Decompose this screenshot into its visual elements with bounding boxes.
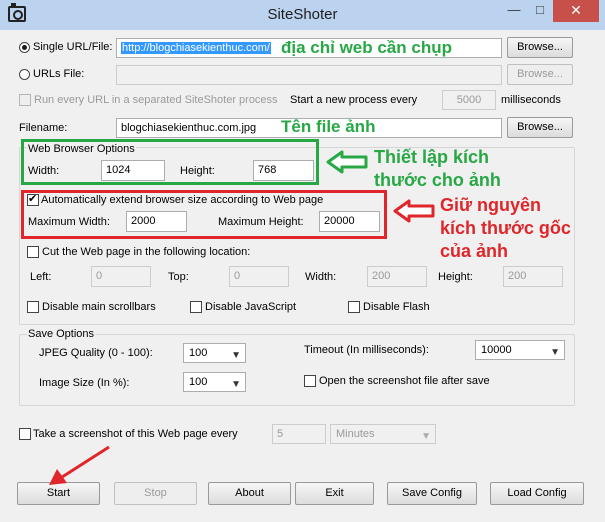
cut-height-label: Height: — [438, 271, 473, 283]
size-annotation-line1: Thiết lập kích — [374, 147, 490, 167]
timeout-select[interactable]: 10000 ▼ — [475, 340, 565, 360]
cut-top-label: Top: — [168, 271, 189, 283]
cut-width-label: Width: — [305, 271, 337, 283]
disable-flash-label: Disable Flash — [363, 301, 430, 313]
separate-process-checkbox[interactable] — [19, 94, 31, 106]
filename-label: Filename: — [19, 122, 68, 134]
red-arrow-icon — [393, 199, 435, 223]
disable-javascript-checkbox[interactable] — [190, 301, 202, 313]
single-url-value: http://blogchiasekienthuc.com/ — [121, 42, 271, 54]
minimize-button[interactable]: — — [501, 0, 527, 22]
milliseconds-label: milliseconds — [501, 94, 561, 106]
schedule-unit-value: Minutes — [336, 428, 375, 440]
open-after-save-checkbox[interactable] — [304, 375, 316, 387]
image-size-value: 100 — [189, 376, 208, 388]
browse-urls-file-button[interactable]: Browse... — [507, 64, 573, 85]
jpeg-quality-label: JPEG Quality (0 - 100): — [39, 347, 153, 359]
width-input[interactable]: 1024 — [101, 160, 165, 181]
cut-left-input[interactable]: 0 — [91, 266, 151, 287]
open-after-save-label: Open the screenshot file after save — [319, 375, 490, 387]
browse-url-button[interactable]: Browse... — [507, 37, 573, 58]
maximize-button[interactable]: □ — [527, 0, 553, 22]
url-annotation-text: địa chỉ web cần chụp — [281, 38, 452, 57]
browse-filename-button[interactable]: Browse... — [507, 117, 573, 138]
keep-size-annotation-line3: của ảnh — [440, 241, 509, 261]
start-process-label: Start a new process every — [290, 94, 418, 106]
timeout-label: Timeout (In milliseconds): — [304, 344, 429, 356]
jpeg-quality-select[interactable]: 100 ▼ — [183, 343, 246, 363]
keep-size-annotation-line1: Giữ nguyên — [440, 195, 542, 215]
save-config-button[interactable]: Save Config — [387, 482, 477, 505]
size-annotation: Thiết lập kích thước cho ảnh — [374, 146, 501, 192]
start-pointer-arrow-icon — [49, 445, 110, 485]
max-width-input[interactable]: 2000 — [126, 211, 187, 232]
chevron-down-icon: ▼ — [231, 379, 241, 390]
browser-options-label: Web Browser Options — [27, 143, 136, 155]
max-width-label: Maximum Width: — [28, 216, 110, 228]
cut-left-label: Left: — [30, 271, 52, 283]
schedule-interval-input[interactable]: 5 — [272, 424, 326, 444]
url-annotation: địa chỉ web cần chụp — [281, 38, 452, 58]
separate-process-label: Run every URL in a separated SiteShoter … — [34, 94, 278, 106]
image-size-select[interactable]: 100 ▼ — [183, 372, 246, 392]
cut-width-input[interactable]: 200 — [367, 266, 427, 287]
chevron-down-icon: ▼ — [550, 347, 560, 358]
keep-size-annotation-line2: kích thước gốc — [440, 218, 571, 238]
disable-flash-checkbox[interactable] — [348, 301, 360, 313]
disable-scrollbars-checkbox[interactable] — [27, 301, 39, 313]
green-arrow-icon — [326, 150, 368, 174]
width-label: Width: — [28, 165, 60, 177]
keep-size-annotation: Giữ nguyên kích thước gốc của ảnh — [440, 194, 571, 263]
urls-file-radio[interactable] — [19, 69, 30, 80]
disable-scrollbars-label: Disable main scrollbars — [42, 301, 156, 313]
disable-javascript-label: Disable JavaScript — [205, 301, 297, 313]
chevron-down-icon: ▼ — [421, 431, 431, 442]
exit-button[interactable]: Exit — [295, 482, 374, 505]
image-size-label: Image Size (In %): — [39, 377, 130, 389]
cut-top-input[interactable]: 0 — [229, 266, 289, 287]
timeout-value: 10000 — [481, 344, 512, 356]
schedule-checkbox[interactable] — [19, 428, 31, 440]
single-url-radio[interactable] — [19, 42, 30, 53]
height-input[interactable]: 768 — [253, 160, 314, 181]
filename-annotation: Tên file ảnh — [281, 117, 376, 136]
cut-page-checkbox[interactable] — [27, 246, 39, 258]
cut-page-label: Cut the Web page in the following locati… — [42, 246, 251, 258]
single-url-label: Single URL/File: — [33, 41, 113, 53]
load-config-button[interactable]: Load Config — [490, 482, 584, 505]
close-button[interactable]: ✕ — [553, 0, 599, 22]
process-interval-input[interactable]: 5000 — [442, 90, 496, 110]
height-label: Height: — [180, 165, 215, 177]
auto-extend-label: Automatically extend browser size accord… — [41, 194, 324, 206]
size-annotation-line2: thước cho ảnh — [374, 170, 501, 190]
urls-file-input[interactable] — [116, 65, 502, 85]
cut-height-input[interactable]: 200 — [503, 266, 563, 287]
jpeg-quality-value: 100 — [189, 347, 208, 359]
about-button[interactable]: About — [208, 482, 291, 505]
schedule-unit-select[interactable]: Minutes ▼ — [330, 424, 436, 444]
save-options-label: Save Options — [27, 328, 96, 340]
max-height-input[interactable]: 20000 — [319, 211, 380, 232]
max-height-label: Maximum Height: — [218, 216, 304, 228]
schedule-label: Take a screenshot of this Web page every — [33, 428, 238, 440]
chevron-down-icon: ▼ — [231, 350, 241, 361]
stop-button[interactable]: Stop — [114, 482, 197, 505]
urls-file-label: URLs File: — [33, 68, 85, 80]
auto-extend-checkbox[interactable] — [27, 192, 39, 206]
